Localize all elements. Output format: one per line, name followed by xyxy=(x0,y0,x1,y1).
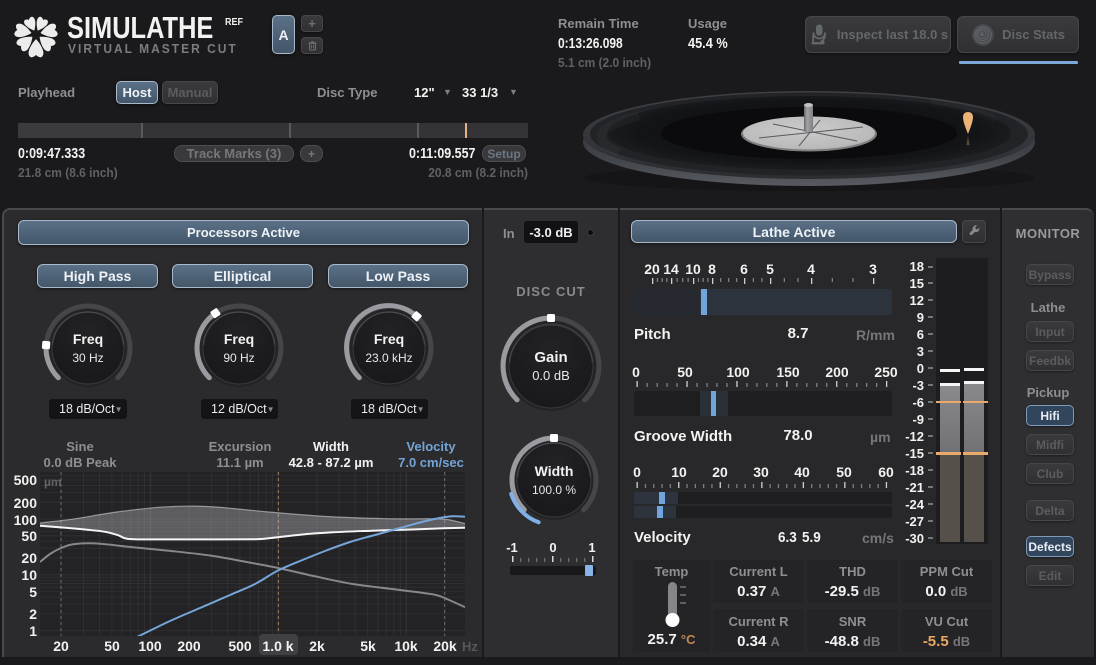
svg-text:23.0 kHz: 23.0 kHz xyxy=(365,351,412,365)
svg-text:Width: Width xyxy=(535,463,574,479)
svg-text:90 Hz: 90 Hz xyxy=(223,351,254,365)
svg-text:µm: µm xyxy=(44,475,62,489)
svg-text:Freq: Freq xyxy=(374,331,404,347)
svg-text:100.0 %: 100.0 % xyxy=(532,483,576,497)
svg-text:Gain: Gain xyxy=(534,349,567,366)
svg-text:30 Hz: 30 Hz xyxy=(72,351,103,365)
svg-text:Freq: Freq xyxy=(224,331,254,347)
svg-text:Freq: Freq xyxy=(73,331,103,347)
svg-text:0.0 dB: 0.0 dB xyxy=(532,368,570,383)
